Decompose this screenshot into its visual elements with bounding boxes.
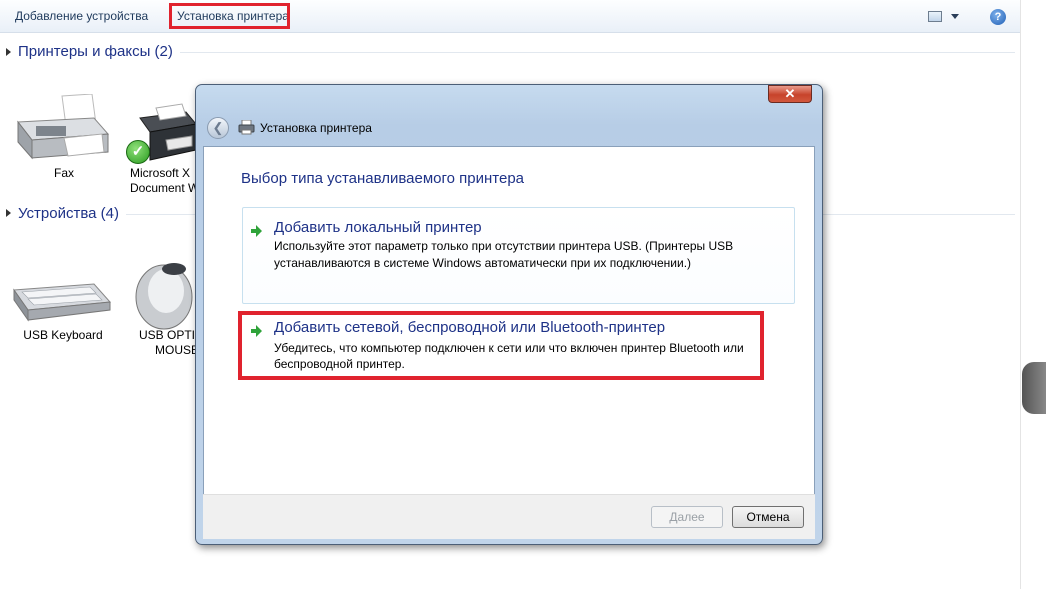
command-bar: [0, 0, 1020, 33]
add-local-printer-desc-line1: Используйте этот параметр только при отс…: [274, 239, 734, 253]
add-local-printer-desc-line2: устанавливаются в системе Windows автома…: [274, 256, 692, 270]
next-button[interactable]: Далее: [651, 506, 723, 528]
change-view-icon[interactable]: [928, 11, 942, 22]
window-right-edge: [1020, 0, 1057, 589]
devices-group-title[interactable]: Устройства (4): [18, 205, 119, 222]
dialog-printer-icon: [238, 119, 255, 135]
add-local-printer-title[interactable]: Добавить локальный принтер: [274, 219, 482, 236]
printers-group-expand-icon[interactable]: [6, 48, 11, 56]
usb-mouse-item[interactable]: [128, 255, 198, 330]
printers-group-title[interactable]: Принтеры и факсы (2): [18, 43, 173, 60]
back-arrow-icon[interactable]: ❮: [207, 117, 229, 139]
fax-item[interactable]: [14, 93, 112, 164]
usb-keyboard-item[interactable]: [12, 280, 112, 324]
xps-printer-label-line2: Document W: [130, 181, 200, 195]
dialog-heading: Выбор типа устанавливаемого принтера: [241, 170, 525, 187]
help-icon[interactable]: ?: [990, 9, 1006, 25]
xps-printer-label-line1: Microsoft X: [130, 166, 191, 180]
dialog-title: Установка принтера: [260, 121, 372, 135]
fax-label: Fax: [53, 166, 74, 180]
install-printer-highlight: [169, 3, 290, 29]
usb-keyboard-label: USB Keyboard: [23, 328, 103, 342]
add-network-printer-option[interactable]: [238, 311, 764, 380]
keyboard-icon: [13, 283, 112, 322]
background-scroll-shape: [1022, 362, 1046, 414]
usb-mouse-label-line1: USB OPTIC: [139, 328, 204, 342]
view-options-chevron-down-icon[interactable]: [951, 14, 959, 19]
default-printer-check-icon: ✓: [126, 140, 150, 164]
dialog-footer: [203, 494, 815, 539]
usb-mouse-label-line2: MOUSE: [155, 343, 200, 357]
mouse-icon: [135, 263, 193, 330]
local-option-arrow-icon: [250, 224, 262, 242]
dialog-close-icon[interactable]: ✕: [768, 85, 812, 103]
add-device-button[interactable]: Добавление устройства: [15, 9, 148, 23]
devices-group-expand-icon[interactable]: [6, 209, 11, 217]
fax-icon: [17, 93, 110, 160]
printers-group-divider: [180, 52, 1015, 53]
cancel-button[interactable]: Отмена: [732, 506, 804, 528]
